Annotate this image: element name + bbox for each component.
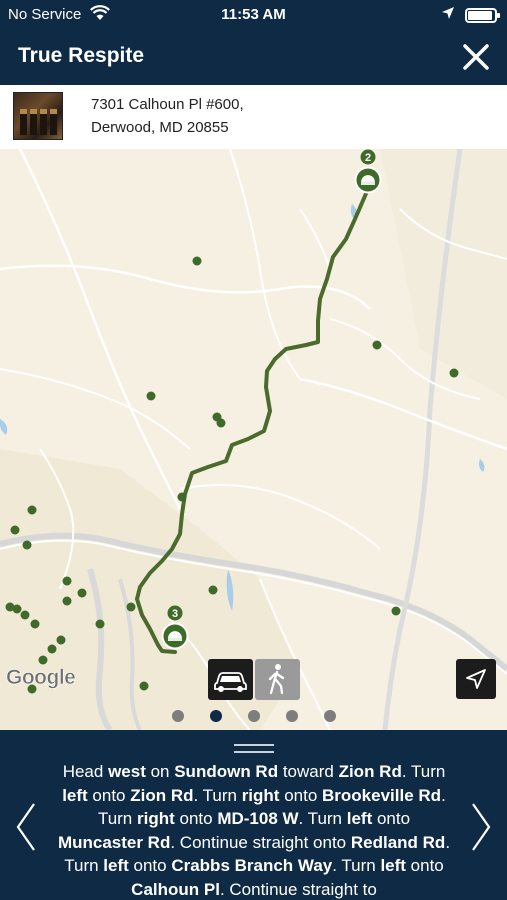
map-canvas — [0, 149, 507, 730]
status-bar: No Service 11:53 AM — [0, 0, 507, 32]
close-button[interactable] — [459, 40, 493, 74]
direction-text: onto — [372, 809, 411, 828]
direction-text: on — [145, 762, 175, 781]
direction-text: . Turn — [298, 809, 347, 828]
drag-handle[interactable] — [234, 744, 274, 753]
direction-text: . Turn — [401, 762, 446, 781]
page-dot[interactable] — [248, 710, 260, 722]
route-end-number: 3 — [172, 608, 178, 620]
direction-text: . Continue straight to — [219, 879, 377, 899]
map-view[interactable]: 2 3 Google — [0, 149, 507, 730]
next-step-button[interactable] — [469, 802, 493, 852]
route-start-marker[interactable]: 2 — [354, 149, 384, 195]
location-thumbnail — [13, 92, 63, 140]
direction-text: Head — [62, 762, 109, 781]
direction-text: onto — [279, 785, 323, 805]
direction-text: . Turn — [193, 785, 242, 805]
clock: 11:53 AM — [221, 6, 286, 23]
chevron-right-icon — [472, 803, 491, 851]
route-end-marker[interactable]: 3 — [161, 604, 191, 650]
direction-keyword: west — [108, 762, 146, 781]
direction-keyword: Sundown Rd — [174, 762, 279, 781]
page-dot[interactable] — [286, 710, 298, 722]
header: True Respite — [0, 32, 507, 85]
direction-keyword: right — [136, 809, 175, 828]
battery-icon — [465, 8, 500, 23]
direction-text: . Continue straight onto — [170, 832, 351, 852]
page-dot-active[interactable] — [210, 710, 222, 722]
direction-keyword: right — [241, 785, 280, 805]
page-indicator — [0, 710, 507, 724]
navigation-arrow-icon — [466, 669, 486, 689]
page-title: True Respite — [18, 44, 145, 67]
locate-me-button[interactable] — [456, 659, 496, 699]
direction-keyword: Redland Rd — [350, 832, 446, 852]
battery-level — [468, 11, 492, 20]
directions-text: Head west on Sundown Rd toward Zion Rd. … — [54, 760, 454, 900]
car-icon — [214, 672, 247, 692]
address-line-2: Derwood, MD 20855 — [91, 119, 229, 136]
direction-text: . Turn — [332, 856, 381, 875]
walk-mode-button[interactable] — [255, 659, 300, 700]
close-icon — [463, 44, 489, 70]
direction-keyword: Brookeville Rd — [322, 785, 442, 805]
direction-text: onto — [174, 809, 218, 828]
direction-text: toward — [278, 762, 339, 781]
direction-keyword: left — [380, 856, 406, 875]
google-attribution: Google — [6, 666, 76, 690]
page-dot[interactable] — [172, 710, 184, 722]
direction-keyword: left — [62, 785, 88, 805]
direction-text: onto — [87, 785, 131, 805]
direction-keyword: Crabbs Branch Way — [171, 856, 333, 875]
address-line-1: 7301 Calhoun Pl #600, — [91, 96, 244, 113]
direction-keyword: Zion Rd — [130, 785, 194, 805]
direction-keyword: Zion Rd — [338, 762, 402, 781]
location-card: 7301 Calhoun Pl #600, Derwood, MD 20855 — [0, 85, 507, 149]
car-mode-button[interactable] — [208, 659, 253, 700]
direction-text: onto — [128, 856, 172, 875]
direction-keyword: Calhoun Pl — [131, 879, 220, 899]
walking-person-icon — [268, 664, 285, 695]
direction-keyword: left — [346, 809, 373, 828]
direction-keyword: left — [103, 856, 129, 875]
direction-keyword: Muncaster Rd — [57, 832, 171, 852]
previous-step-button[interactable] — [14, 802, 38, 852]
directions-panel: Head west on Sundown Rd toward Zion Rd. … — [0, 730, 507, 900]
chevron-left-icon — [16, 803, 35, 851]
route-start-number: 2 — [365, 152, 371, 164]
direction-keyword: MD-108 W — [217, 809, 299, 828]
page-dot[interactable] — [324, 710, 336, 722]
location-arrow-icon — [441, 6, 455, 24]
direction-text: onto — [405, 856, 444, 875]
